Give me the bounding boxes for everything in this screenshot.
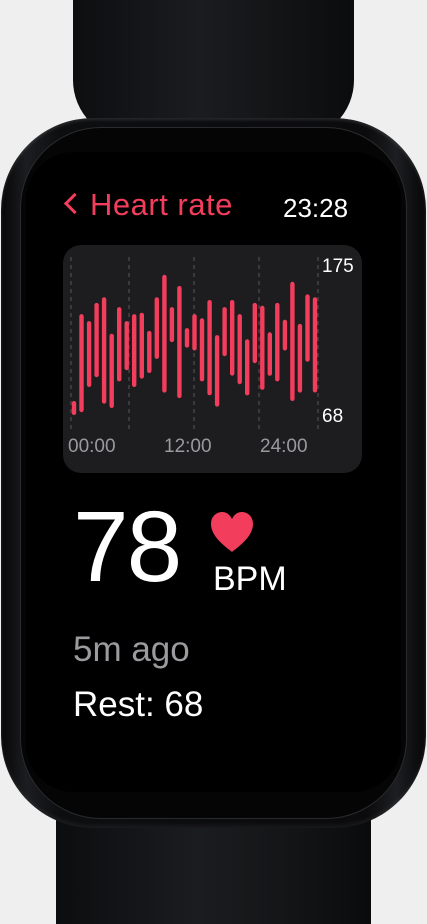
y-tick-label: 68 — [322, 406, 343, 427]
chart-bar — [192, 314, 197, 351]
watch-screen: Heart rate 23:28 175 68 00:00 12:00 24:00 78… — [26, 152, 401, 792]
chart-bar — [109, 333, 114, 408]
heart-rate-chart-svg: 175 68 00:00 12:00 24:00 — [68, 256, 354, 457]
x-tick-label: 24:00 — [260, 436, 308, 457]
heart-rate-chart[interactable]: 175 68 00:00 12:00 24:00 — [63, 245, 362, 473]
y-tick-label: 175 — [322, 256, 354, 277]
chart-bar — [297, 323, 303, 393]
chart-bar — [290, 281, 295, 401]
chart-bar — [71, 401, 77, 415]
chart-bar — [230, 300, 235, 376]
chart-bar — [184, 328, 190, 348]
bpm-unit: BPM — [213, 560, 287, 598]
clock-time: 23:28 — [283, 193, 349, 223]
heart-icon — [211, 512, 253, 552]
chart-bar — [267, 332, 272, 376]
chart-bar — [147, 330, 152, 373]
chart-bar — [222, 307, 227, 357]
chart-bar — [79, 314, 84, 413]
chart-bar — [169, 307, 175, 343]
chart-bar — [162, 274, 167, 393]
last-measured-label: 5m ago — [73, 630, 190, 669]
chart-bar — [124, 321, 129, 371]
chart-bar — [245, 339, 250, 396]
chart-bar — [214, 335, 220, 407]
chart-bar — [139, 312, 144, 379]
x-tick-label: 12:00 — [164, 436, 212, 457]
chart-bar — [101, 297, 107, 404]
chevron-left-icon[interactable] — [63, 192, 86, 215]
chart-bar — [177, 286, 182, 399]
chart-bar — [312, 297, 318, 393]
chart-bar — [86, 321, 92, 387]
resting-heart-rate: Rest: 68 — [73, 685, 204, 724]
chart-bar — [199, 318, 205, 382]
chart-bar — [154, 297, 159, 359]
chart-bar — [207, 300, 212, 396]
chart-bar — [117, 307, 122, 382]
chart-bar — [305, 294, 310, 362]
bpm-value: 78 — [73, 491, 182, 603]
page-title[interactable]: Heart rate — [90, 187, 233, 223]
chart-bar — [260, 305, 265, 390]
chart-bar — [282, 319, 288, 351]
chart-bar — [94, 302, 99, 378]
chart-bar — [237, 314, 242, 385]
chart-bar — [132, 314, 137, 387]
chart-bar — [275, 302, 280, 382]
chart-bar — [252, 302, 257, 364]
x-tick-label: 00:00 — [68, 436, 116, 457]
watch-render: Heart rate 23:28 175 68 00:00 12:00 24:00 78… — [0, 0, 427, 924]
